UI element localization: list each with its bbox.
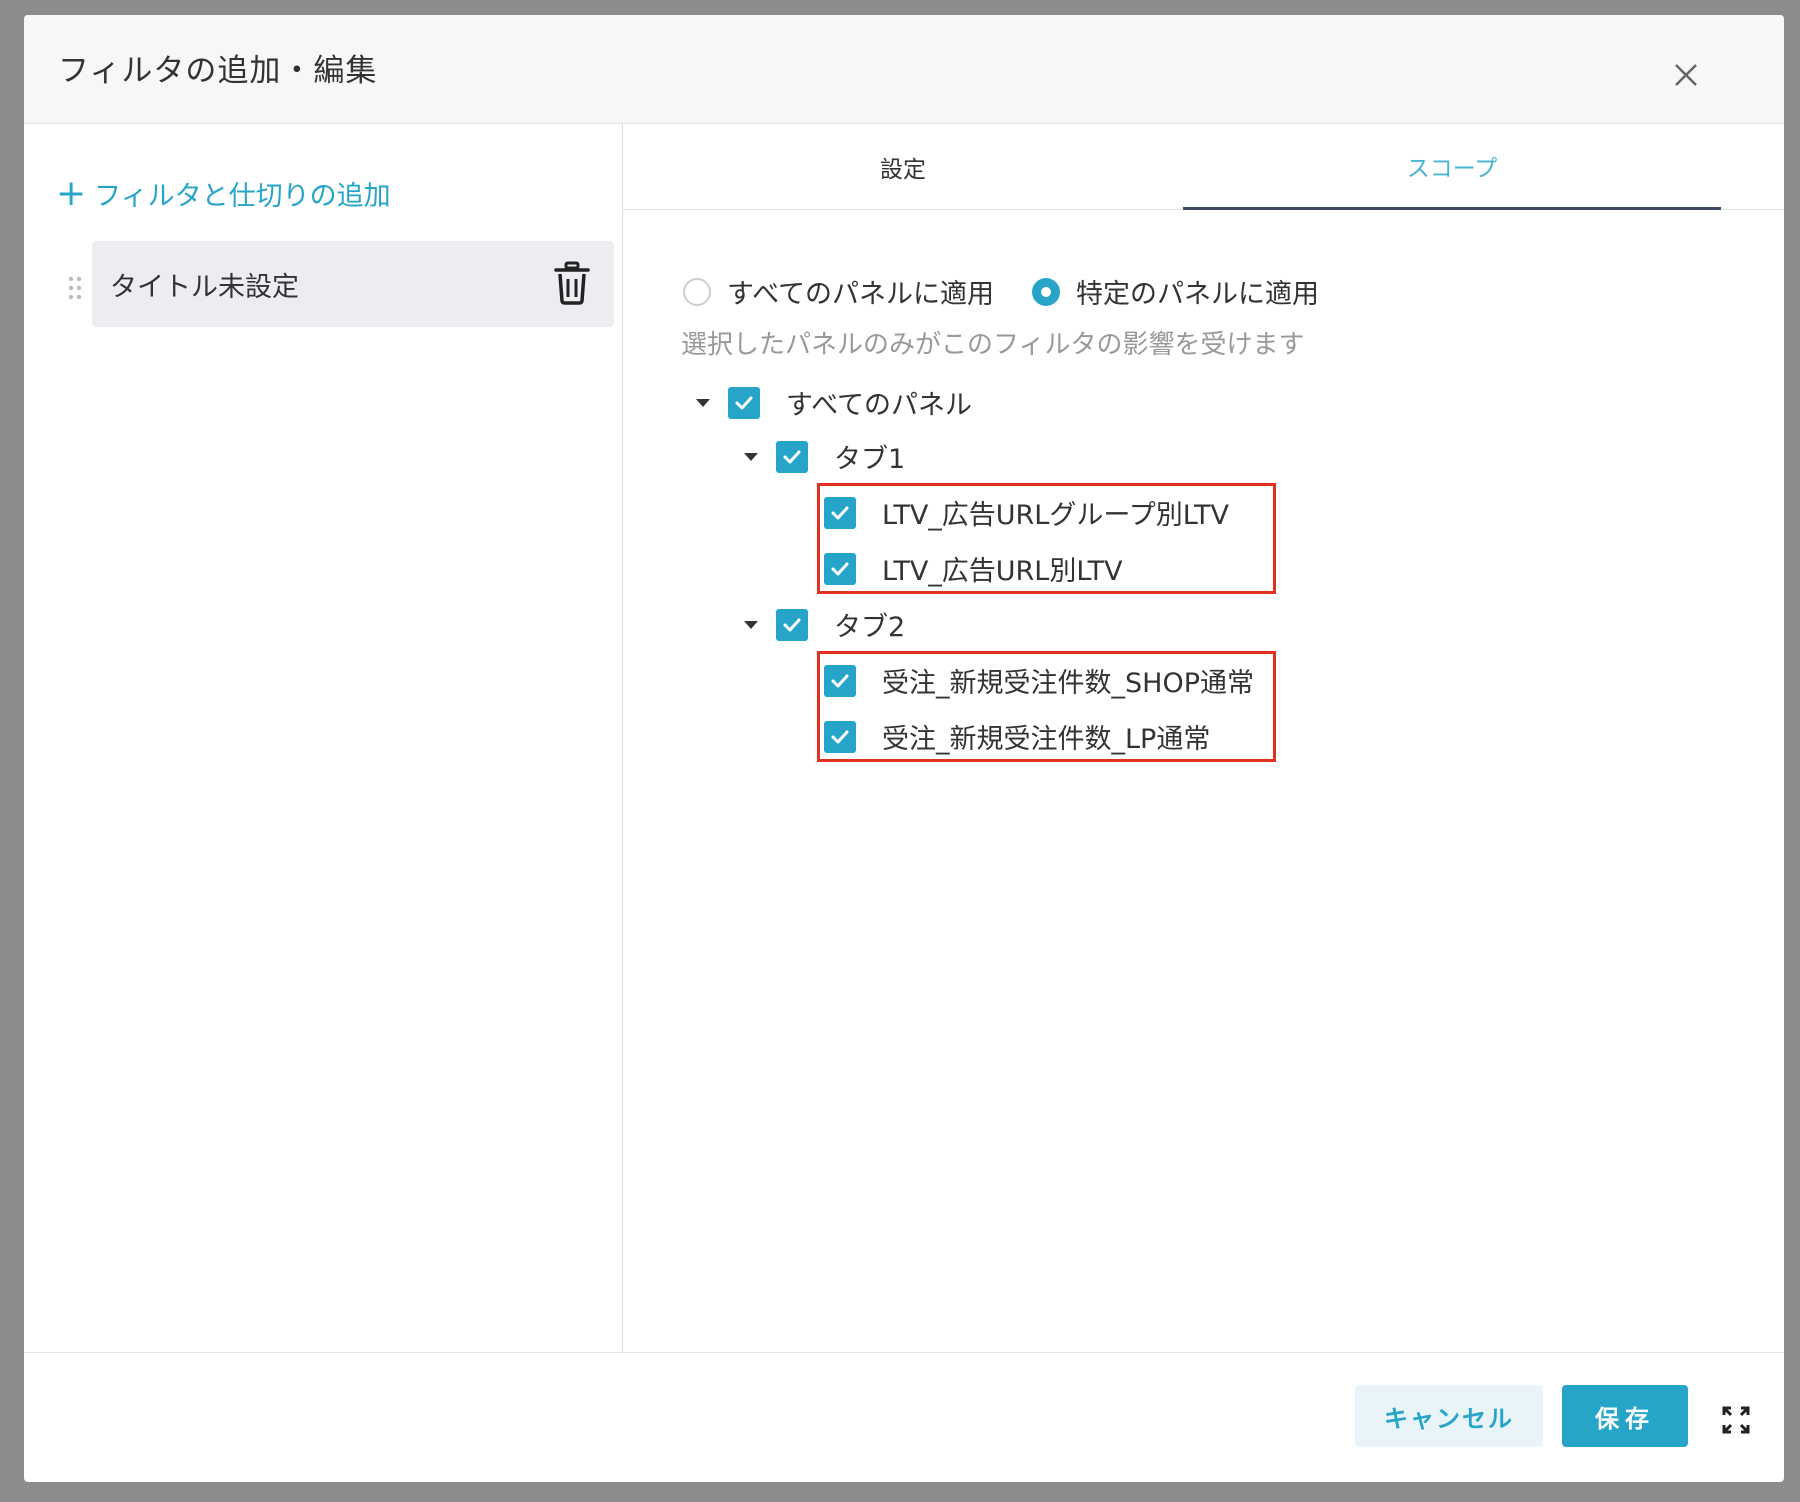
- highlight-box-tab1: [817, 483, 1276, 594]
- tree-node-label: すべてのパネル: [786, 390, 973, 421]
- plus-icon: +: [56, 172, 87, 214]
- close-icon[interactable]: [1664, 53, 1708, 97]
- add-filter-label: フィルタと仕切りの追加: [94, 181, 391, 212]
- caret-down-icon[interactable]: [744, 620, 758, 629]
- filter-edit-dialog: フィルタの追加・編集 + フィルタと仕切りの追加 タイトル未設定 設定 スコープ…: [24, 15, 1784, 1482]
- dialog-footer: キャンセル 保存: [24, 1352, 1784, 1482]
- filter-list-pane: + フィルタと仕切りの追加 タイトル未設定: [24, 124, 623, 1352]
- radio-apply-specific[interactable]: [1032, 277, 1061, 306]
- tab-settings[interactable]: 設定: [623, 124, 1183, 209]
- filter-item-label: タイトル未設定: [110, 272, 299, 303]
- filter-detail-pane: 設定 スコープ すべてのパネルに適用 特定のパネルに適用 選択したパネルのみがこ…: [623, 124, 1784, 1352]
- scope-hint-text: 選択したパネルのみがこのフィルタの影響を受けます: [681, 330, 1305, 360]
- radio-apply-all-label[interactable]: すべてのパネルに適用: [727, 272, 994, 311]
- tab-scope[interactable]: スコープ: [1183, 124, 1721, 210]
- tree-node-tab1: タブ1: [744, 437, 905, 476]
- save-button[interactable]: 保存: [1562, 1385, 1688, 1447]
- radio-apply-all[interactable]: [683, 277, 711, 306]
- add-filter-button[interactable]: + フィルタと仕切りの追加: [56, 174, 391, 213]
- filter-list-item[interactable]: タイトル未設定: [92, 241, 614, 327]
- radio-apply-specific-label[interactable]: 特定のパネルに適用: [1076, 272, 1319, 311]
- expand-icon[interactable]: [1721, 1405, 1751, 1435]
- checkbox-tab2[interactable]: [776, 608, 808, 641]
- caret-down-icon[interactable]: [696, 398, 710, 407]
- checkbox-all-panels[interactable]: [728, 386, 760, 419]
- caret-down-icon[interactable]: [744, 452, 758, 461]
- drag-handle-icon[interactable]: [68, 276, 82, 300]
- tab-bar: 設定 スコープ: [623, 124, 1784, 210]
- tree-node-label: タブ1: [834, 444, 906, 475]
- dialog-header: フィルタの追加・編集: [24, 15, 1784, 124]
- trash-icon[interactable]: [552, 261, 592, 305]
- cancel-button[interactable]: キャンセル: [1355, 1385, 1543, 1447]
- highlight-box-tab2: [817, 651, 1276, 762]
- scope-radio-group: すべてのパネルに適用 特定のパネルに適用: [683, 272, 1357, 311]
- tree-node-tab2: タブ2: [744, 605, 905, 644]
- dialog-title: フィルタの追加・編集: [58, 53, 378, 89]
- checkbox-tab1[interactable]: [776, 440, 808, 473]
- tree-node-label: タブ2: [834, 612, 906, 643]
- tree-node-all-panels: すべてのパネル: [696, 383, 972, 422]
